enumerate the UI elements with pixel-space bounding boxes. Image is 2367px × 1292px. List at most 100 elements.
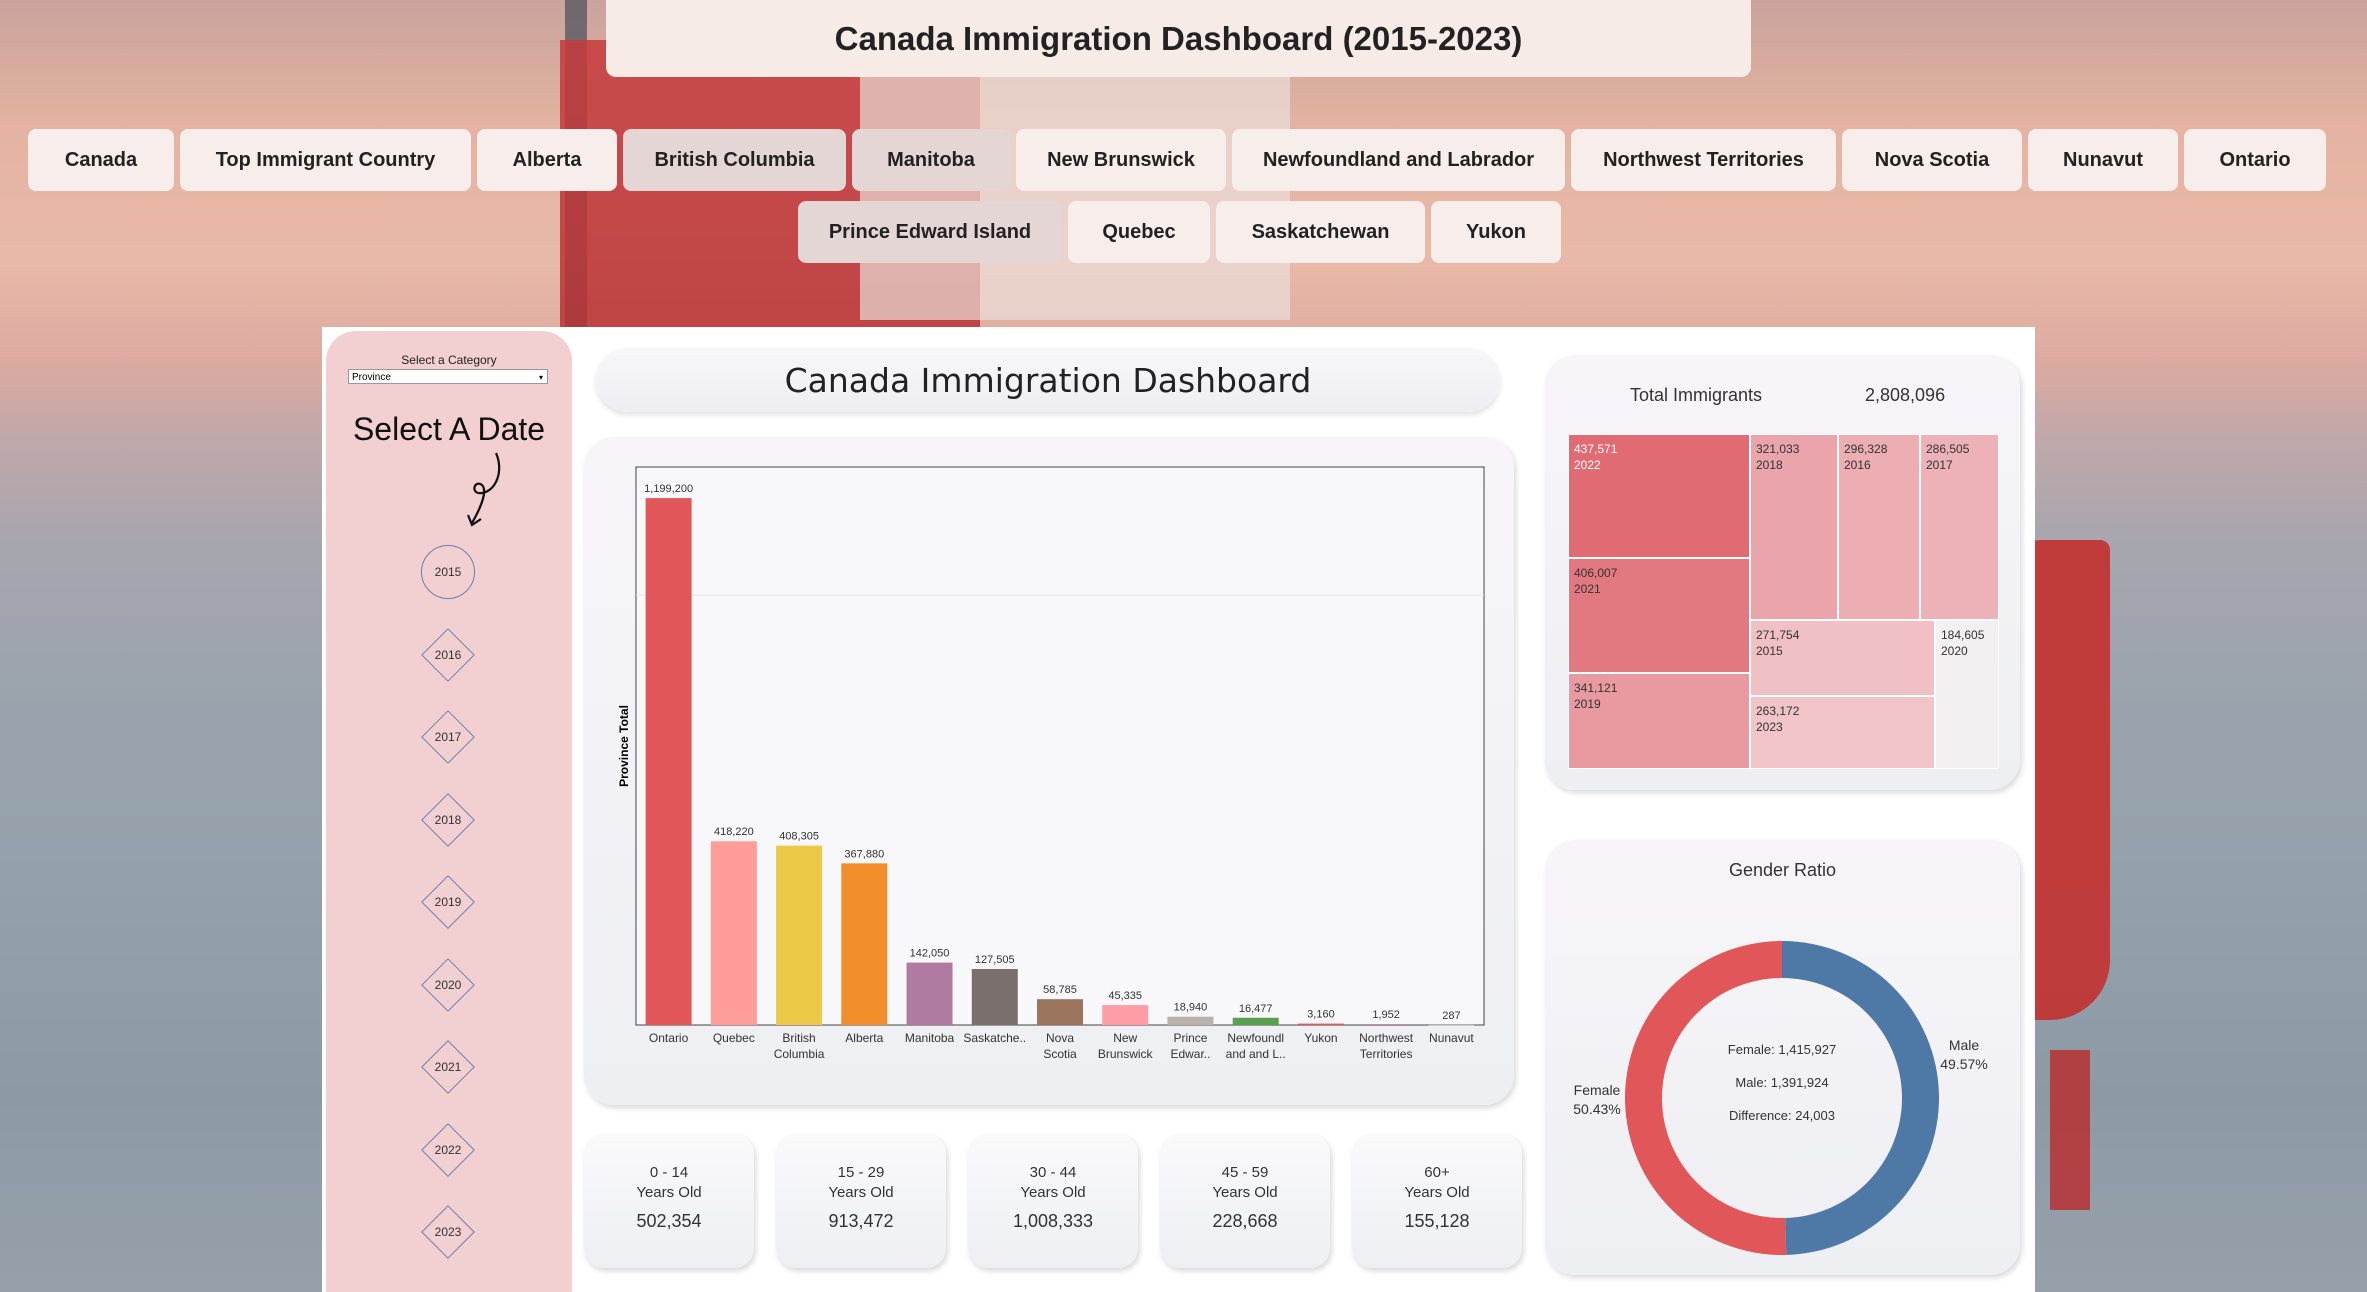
treemap-cell-2018[interactable]: 321,033 2018: [1750, 434, 1838, 620]
treemap-cell-value: 437,571: [1574, 442, 1618, 456]
date-button-2020[interactable]: 2020: [421, 957, 475, 1012]
x-tick-label: Quebec: [713, 1031, 755, 1045]
treemap-cell-2023[interactable]: 263,172 2023: [1750, 696, 1935, 769]
x-tick-label: British: [782, 1031, 815, 1045]
gender-center-difference: Difference: 24,003: [1729, 1108, 1835, 1123]
bar-northwest-territories[interactable]: [1363, 1024, 1410, 1025]
treemap-cell-2017[interactable]: 286,505 2017: [1920, 434, 1999, 620]
date-button-2018[interactable]: 2018: [421, 792, 475, 847]
x-tick-label: Columbia: [774, 1047, 825, 1061]
background-flag-right-lower: [2050, 1050, 2090, 1210]
treemap-cell-year: 2022: [1574, 458, 1601, 472]
nav-button-manitoba[interactable]: Manitoba: [852, 129, 1010, 191]
province-nav-row-2: Prince Edward Island Quebec Saskatchewan Yu…: [798, 201, 1561, 263]
bar-value-label: 1,199,200: [644, 483, 693, 495]
bar-quebec[interactable]: [710, 841, 757, 1025]
treemap-cell-year: 2017: [1926, 458, 1953, 472]
age-card-0-14: 0 - 14 Years Old 502,354: [584, 1134, 754, 1268]
bar-value-label: 58,785: [1043, 984, 1077, 996]
province-bar-chart-card: Province Total 1,199,200 Ontario 418,220 Que…: [584, 437, 1514, 1105]
age-range: 0 - 14: [649, 1164, 689, 1181]
age-unit: Years Old: [636, 1184, 702, 1201]
x-tick-label: New: [1113, 1031, 1137, 1045]
bar-newfoundl-and-and-l[interactable]: [1232, 1017, 1279, 1025]
bar-manitoba[interactable]: [906, 962, 953, 1025]
date-label: 2019: [434, 895, 462, 909]
date-label: 2023: [434, 1225, 462, 1239]
date-label: 2021: [434, 1060, 462, 1074]
treemap-cell-value: 321,033: [1756, 442, 1800, 456]
nav-button-saskatchewan[interactable]: Saskatchewan: [1216, 201, 1425, 263]
curved-arrow-icon: [466, 452, 501, 527]
bar-saskatche[interactable]: [971, 968, 1018, 1025]
age-value: 1,008,333: [1012, 1211, 1094, 1231]
date-button-2019[interactable]: 2019: [421, 875, 475, 929]
x-tick-label: Nunavut: [1429, 1031, 1474, 1045]
treemap-cell-value: 184,605: [1941, 628, 1985, 642]
treemap-cell-year: 2023: [1756, 720, 1783, 734]
male-slice[interactable]: [1782, 941, 1940, 1255]
age-unit: Years Old: [1404, 1184, 1470, 1201]
bar-value-label: 18,940: [1174, 1002, 1208, 1014]
nav-button-northwest-territories[interactable]: Northwest Territories: [1571, 129, 1836, 191]
x-tick-label: Edwar..: [1170, 1047, 1210, 1061]
x-tick-label: Brunswick: [1098, 1047, 1154, 1061]
bar-value-label: 16,477: [1239, 1003, 1273, 1015]
treemap-cell-value: 271,754: [1756, 628, 1800, 642]
date-button-2023[interactable]: 2023: [421, 1205, 475, 1259]
age-value: 155,128: [1404, 1211, 1470, 1231]
nav-button-prince-edward-island[interactable]: Prince Edward Island: [798, 201, 1062, 263]
date-button-2021[interactable]: 2021: [421, 1040, 475, 1094]
date-button-2022[interactable]: 2022: [421, 1122, 475, 1177]
treemap-cell-value: 263,172: [1756, 704, 1800, 718]
select-date-heading: Select A Date: [352, 411, 546, 447]
province-bar-chart: Province Total 1,199,200 Ontario 418,220 Que…: [617, 466, 1485, 1061]
date-button-2017[interactable]: 2017: [421, 710, 475, 764]
treemap-cell-2022[interactable]: 437,571 2022: [1568, 434, 1750, 558]
treemap-cell-2015[interactable]: 271,754 2015: [1750, 620, 1935, 696]
nav-button-newfoundland-and-labrador[interactable]: Newfoundland and Labrador: [1232, 129, 1565, 191]
age-value: 228,668: [1212, 1211, 1278, 1231]
date-button-2015[interactable]: 2015: [421, 545, 475, 599]
nav-button-alberta[interactable]: Alberta: [477, 129, 617, 191]
male-label: Male: [1949, 1037, 1980, 1053]
female-slice[interactable]: [1625, 941, 1787, 1255]
x-tick-label: Northwest: [1359, 1031, 1414, 1045]
nav-button-quebec[interactable]: Quebec: [1068, 201, 1210, 263]
nav-button-top-immigrant-country[interactable]: Top Immigrant Country: [180, 129, 471, 191]
bar-value-label: 287: [1442, 1010, 1460, 1022]
x-tick-label: Alberta: [845, 1031, 883, 1045]
bar-alberta[interactable]: [841, 863, 888, 1025]
bar-value-label: 367,880: [844, 848, 884, 860]
x-tick-label: Territories: [1360, 1047, 1413, 1061]
category-select[interactable]: Province ▾: [348, 369, 548, 384]
age-unit: Years Old: [828, 1184, 894, 1201]
date-button-2016[interactable]: 2016: [421, 627, 475, 682]
nav-button-yukon[interactable]: Yukon: [1431, 201, 1561, 263]
bar-value-label: 142,050: [910, 948, 950, 960]
treemap-cell-2021[interactable]: 406,007 2021: [1568, 558, 1750, 673]
bar-british-columbia[interactable]: [776, 845, 823, 1025]
nav-button-new-brunswick[interactable]: New Brunswick: [1016, 129, 1226, 191]
plot-area: [635, 466, 1485, 1026]
y-axis-label: Province Total: [617, 705, 631, 787]
treemap-cell-2020[interactable]: 184,605 2020: [1935, 620, 1999, 769]
nav-button-ontario[interactable]: Ontario: [2184, 129, 2326, 191]
bar-prince-edwar[interactable]: [1167, 1016, 1214, 1025]
male-percent: 49.57%: [1940, 1056, 1987, 1072]
bar-value-label: 127,505: [975, 954, 1015, 966]
bar-nova-scotia[interactable]: [1037, 999, 1083, 1025]
bar-new-brunswick[interactable]: [1102, 1005, 1149, 1025]
nav-button-nunavut[interactable]: Nunavut: [2028, 129, 2178, 191]
nav-button-canada[interactable]: Canada: [28, 129, 174, 191]
bar-yukon[interactable]: [1297, 1023, 1344, 1025]
treemap-cell-2016[interactable]: 296,328 2016: [1838, 434, 1920, 620]
treemap-cell-year: 2021: [1574, 582, 1601, 596]
treemap-cell-2019[interactable]: 341,121 2019: [1568, 673, 1750, 769]
bar-ontario[interactable]: [645, 498, 692, 1025]
nav-button-british-columbia[interactable]: British Columbia: [623, 129, 846, 191]
age-range: 15 - 29: [837, 1164, 885, 1181]
nav-button-nova-scotia[interactable]: Nova Scotia: [1842, 129, 2022, 191]
bar-nunavut[interactable]: [1428, 1024, 1475, 1026]
age-unit: Years Old: [1212, 1184, 1278, 1201]
